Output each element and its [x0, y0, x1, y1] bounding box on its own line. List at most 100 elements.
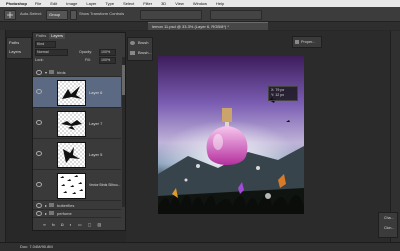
bird-silhouette-icon: [61, 120, 82, 130]
layer-thumbnail: [57, 111, 86, 137]
layer-group-birds[interactable]: ▾ birds: [33, 69, 121, 77]
document-tab-title: lemon 11.psd @ 33.3% (Layer 6, RGB/8*) *: [152, 24, 229, 29]
eye-icon[interactable]: [36, 70, 42, 75]
auto-select-dropdown[interactable]: Group: [46, 10, 68, 20]
trash-icon[interactable]: ▥: [97, 222, 101, 227]
clone-source-label: Clon...: [384, 226, 395, 230]
menu-type[interactable]: Type: [105, 1, 114, 6]
auto-select-label: Auto-Select:: [20, 11, 42, 16]
menu-3d[interactable]: 3D: [161, 1, 166, 6]
bird-silhouette-icon: [62, 86, 82, 99]
tab-layers-label: Layers: [51, 33, 64, 38]
show-transform-checkbox[interactable]: [70, 10, 77, 20]
clone-source-button[interactable]: Clon...: [384, 225, 394, 231]
adjustment-icon[interactable]: ◐: [69, 222, 71, 227]
layers-panel-button[interactable]: Layers: [9, 49, 21, 55]
properties-panel-button[interactable]: Proper...: [292, 36, 322, 48]
scrollbar-thumb[interactable]: [122, 65, 125, 95]
brush-presets-icon: [130, 51, 135, 55]
tab-paths[interactable]: Paths: [34, 33, 48, 39]
menu-window[interactable]: Window: [193, 1, 207, 6]
layer-row[interactable]: Layer 7: [33, 108, 121, 139]
layer-thumbnail: [57, 142, 86, 168]
folder-icon: [49, 70, 54, 74]
app-name[interactable]: Photoshop: [6, 1, 27, 6]
layer-row[interactable]: Vector Birds Silhou...: [33, 170, 121, 201]
kind-value: Kind: [37, 42, 45, 46]
eye-icon[interactable]: [36, 120, 42, 125]
collapsed-panel-dock: Paths Layers: [6, 37, 32, 59]
eye-icon[interactable]: [36, 203, 42, 208]
menu-edit[interactable]: Edit: [50, 1, 57, 6]
menu-file[interactable]: File: [35, 1, 41, 6]
filter-kind-dropdown[interactable]: Kind: [35, 41, 56, 48]
document-canvas[interactable]: [158, 56, 304, 214]
distribute-buttons[interactable]: [210, 10, 262, 20]
brush-presets-label: Brush...: [138, 50, 152, 55]
fill-input[interactable]: 100%: [99, 57, 116, 64]
tab-layers[interactable]: Layers: [49, 33, 66, 39]
layer-group-butterflies[interactable]: ▸ butterflies: [33, 202, 121, 210]
new-group-icon[interactable]: ▭: [78, 222, 82, 227]
move-icon: [7, 12, 13, 18]
paths-panel-button[interactable]: Paths: [9, 40, 19, 46]
menu-view[interactable]: View: [175, 1, 184, 6]
layer-row[interactable]: Layer 5: [33, 139, 121, 170]
eye-icon[interactable]: [36, 211, 42, 216]
doc-size-status: Doc: 7.04M/90.8M: [20, 244, 53, 249]
layer-thumbnail: [57, 173, 86, 199]
document-tab-bar: lemon 11.psd @ 33.3% (Layer 6, RGB/8*) *: [0, 22, 400, 30]
fx-icon[interactable]: fx: [52, 222, 55, 227]
menu-help[interactable]: Help: [216, 1, 224, 6]
channels-label: Cha...: [384, 216, 394, 220]
new-layer-icon[interactable]: ▢: [88, 222, 92, 227]
blend-value: Normal: [37, 50, 49, 54]
opacity-value: 100%: [101, 50, 111, 54]
layer-group-perfume[interactable]: ▸ perfume: [33, 210, 121, 218]
folder-icon: [49, 203, 54, 207]
fill-value: 100%: [101, 58, 111, 62]
transform-info-readout: X: 79 px Y: 12 px: [268, 86, 298, 101]
blend-mode-dropdown[interactable]: Normal: [35, 49, 68, 56]
move-tool-preset[interactable]: [4, 10, 16, 20]
channels-button[interactable]: Cha...: [384, 215, 394, 221]
document-tab[interactable]: lemon 11.psd @ 33.3% (Layer 6, RGB/8*) *: [148, 22, 268, 30]
folder-icon: [49, 211, 54, 215]
menu-image[interactable]: Image: [66, 1, 77, 6]
tools-panel[interactable]: [0, 30, 6, 242]
channels-panel-dock: Cha... Clon...: [378, 212, 398, 238]
eye-icon[interactable]: [36, 182, 42, 187]
menu-select[interactable]: Select: [123, 1, 134, 6]
link-icon[interactable]: ∞: [43, 222, 46, 227]
eye-icon[interactable]: [36, 89, 42, 94]
brush-icon: [130, 41, 135, 45]
birds-pattern-icon: [60, 175, 83, 194]
mask-icon[interactable]: ◘: [61, 222, 63, 227]
paths-label: Paths: [9, 40, 20, 45]
properties-icon: [295, 40, 299, 44]
menu-layer[interactable]: Layer: [86, 1, 96, 6]
tab-paths-label: Paths: [36, 33, 47, 38]
chevron-down-icon[interactable]: ▾: [45, 70, 47, 75]
menu-filter[interactable]: Filter: [143, 1, 152, 6]
lock-label: Lock:: [35, 58, 44, 62]
layer-thumbnail: [57, 80, 86, 106]
brush-presets-button[interactable]: Brush...: [138, 50, 152, 56]
group-name: butterflies: [57, 203, 75, 208]
right-panel-dock[interactable]: [390, 31, 400, 242]
opacity-input[interactable]: 100%: [99, 49, 116, 56]
layer-row[interactable]: Layer 6: [33, 77, 121, 108]
eye-icon[interactable]: [36, 151, 42, 156]
bird-silhouette-icon: [63, 147, 80, 163]
options-bar: Auto-Select: Group Show Transform Contro…: [0, 7, 400, 22]
properties-label: Proper...: [301, 40, 316, 44]
brush-panel-dock: Brush Brush...: [127, 37, 153, 61]
chevron-right-icon[interactable]: ▸: [45, 211, 47, 216]
brush-panel-button[interactable]: Brush: [138, 40, 148, 46]
chevron-right-icon[interactable]: ▸: [45, 203, 47, 208]
menu-bar: Photoshop File Edit Image Layer Type Sel…: [0, 0, 400, 7]
layer-name: Vector Birds Silhou...: [89, 183, 121, 187]
layers-scrollbar[interactable]: [122, 57, 125, 207]
align-buttons[interactable]: [140, 10, 202, 20]
brush-label: Brush: [138, 40, 149, 45]
